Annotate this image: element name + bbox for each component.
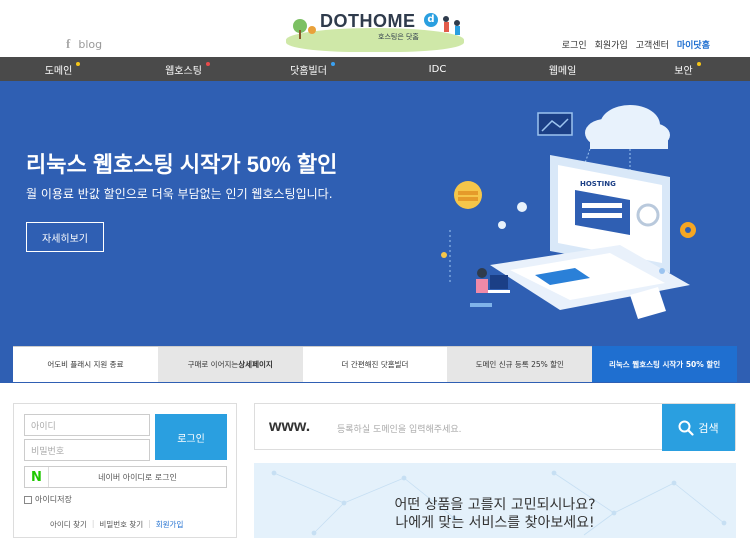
utility-links: 로그인 회원가입 고객센터 마이닷홈 — [562, 38, 710, 51]
link-separator: | — [148, 519, 151, 528]
tab-builder[interactable]: 더 간편해진 닷홈빌더 — [302, 346, 448, 382]
screen-hosting-label: HOSTING — [580, 180, 616, 188]
password-input[interactable]: 비밀번호 — [24, 439, 150, 461]
new-dot-icon — [330, 62, 335, 66]
nav-item-webhosting[interactable]: 웹호스팅 — [125, 57, 250, 81]
save-id-checkbox[interactable]: 아이디저장 — [24, 494, 72, 505]
nav-item-builder[interactable]: 닷홈빌더 — [250, 57, 375, 81]
naver-icon: N — [25, 467, 49, 487]
tab-detail-page[interactable]: 구매로 이어지는 상세페이지 — [157, 346, 303, 382]
support-link[interactable]: 고객센터 — [636, 38, 669, 51]
desk-monitor — [490, 275, 508, 289]
top-header: f blog DOTHOME d 호스팅은 닷홈 로그인 회원가입 고객센터 마… — [0, 0, 750, 57]
person-figure — [477, 268, 487, 278]
banner-tabs: 어도비 플래시 지원 종료 구매로 이어지는 상세페이지 더 간편해진 닷홈빌더… — [13, 346, 737, 382]
search-button-label: 검색 — [698, 421, 719, 435]
tree-graphic — [293, 19, 316, 39]
hero-banner: 리눅스 웹호스팅 시작가 50% 할인 월 이용료 반값 할인으로 더욱 부담없… — [0, 81, 750, 383]
promo-line-1: 어떤 상품을 고를지 고민되시나요? — [394, 497, 596, 513]
nav-item-idc[interactable]: IDC — [375, 57, 500, 81]
my-dothome-link[interactable]: 마이닷홈 — [677, 38, 710, 51]
new-dot-icon — [205, 62, 210, 66]
join-link[interactable]: 회원가입 — [156, 519, 184, 530]
facebook-icon[interactable]: f — [66, 36, 70, 52]
domain-input[interactable]: 등록하실 도메인을 입력해주세요. — [337, 422, 462, 435]
nav-item-webmail[interactable]: 웹메일 — [500, 57, 625, 81]
naver-login-button[interactable]: N 네이버 아이디로 로그인 — [24, 466, 227, 488]
logo-badge: d — [424, 13, 438, 27]
tab-flash-end[interactable]: 어도비 플래시 지원 종료 — [13, 346, 158, 382]
blog-link[interactable]: blog — [78, 38, 102, 51]
cloud-icon — [585, 105, 670, 149]
naver-login-label: 네이버 아이디로 로그인 — [98, 472, 177, 482]
find-id-link[interactable]: 아이디 찾기 — [50, 519, 87, 530]
logo-text: DOTHOME — [320, 11, 416, 31]
search-button[interactable]: 검색 — [662, 404, 735, 451]
new-dot-icon — [696, 62, 701, 66]
domain-search: www. 등록하실 도메인을 입력해주세요. 검색 — [254, 403, 736, 451]
login-link[interactable]: 로그인 — [562, 38, 587, 51]
signup-link[interactable]: 회원가입 — [595, 38, 628, 51]
login-button[interactable]: 로그인 — [155, 414, 227, 460]
people-graphic — [443, 16, 460, 35]
hero-detail-button[interactable]: 자세히보기 — [26, 222, 104, 252]
logo[interactable]: DOTHOME d 호스팅은 닷홈 — [282, 8, 468, 52]
hero-subtitle: 월 이용료 반값 할인으로 더욱 부담없는 인기 웹호스팅입니다. — [26, 187, 333, 201]
id-input[interactable]: 아이디 — [24, 414, 150, 436]
login-helper-links: 아이디 찾기 | 비밀번호 찾기 | 회원가입 — [50, 519, 183, 530]
main-nav: 도메인 웹호스팅 닷홈빌더 IDC 웹메일 보안 — [0, 57, 750, 81]
tab-linux-hosting[interactable]: 리눅스 웹호스팅 시작가 50% 할인 — [592, 346, 737, 382]
search-icon — [678, 420, 694, 436]
save-id-label: 아이디저장 — [35, 495, 72, 504]
nav-item-domain[interactable]: 도메인 — [0, 57, 125, 81]
tab-domain-discount[interactable]: 도메인 신규 등록 25% 할인 — [447, 346, 593, 382]
find-password-link[interactable]: 비밀번호 찾기 — [99, 519, 143, 530]
promo-line-2: 나에게 맞는 서비스를 찾아보세요! — [395, 515, 595, 531]
link-separator: | — [91, 519, 95, 528]
checkbox-icon[interactable] — [24, 495, 32, 504]
www-prefix: www. — [269, 418, 311, 435]
new-dot-icon — [76, 62, 81, 66]
social-links: f blog — [66, 36, 102, 52]
login-box: 아이디 비밀번호 로그인 N 네이버 아이디로 로그인 아이디저장 아이디 찾기… — [13, 403, 237, 538]
hero-title: 리눅스 웹호스팅 시작가 50% 할인 — [26, 152, 338, 177]
service-finder-banner[interactable]: 어떤 상품을 고를지 고민되시나요? 나에게 맞는 서비스를 찾아보세요! — [254, 463, 736, 538]
logo-subtitle: 호스팅은 닷홈 — [378, 33, 419, 41]
promo-text: 어떤 상품을 고를지 고민되시나요? 나에게 맞는 서비스를 찾아보세요! — [254, 496, 736, 532]
nav-item-security[interactable]: 보안 — [625, 57, 750, 81]
hosting-illustration: HOSTING — [441, 105, 696, 319]
